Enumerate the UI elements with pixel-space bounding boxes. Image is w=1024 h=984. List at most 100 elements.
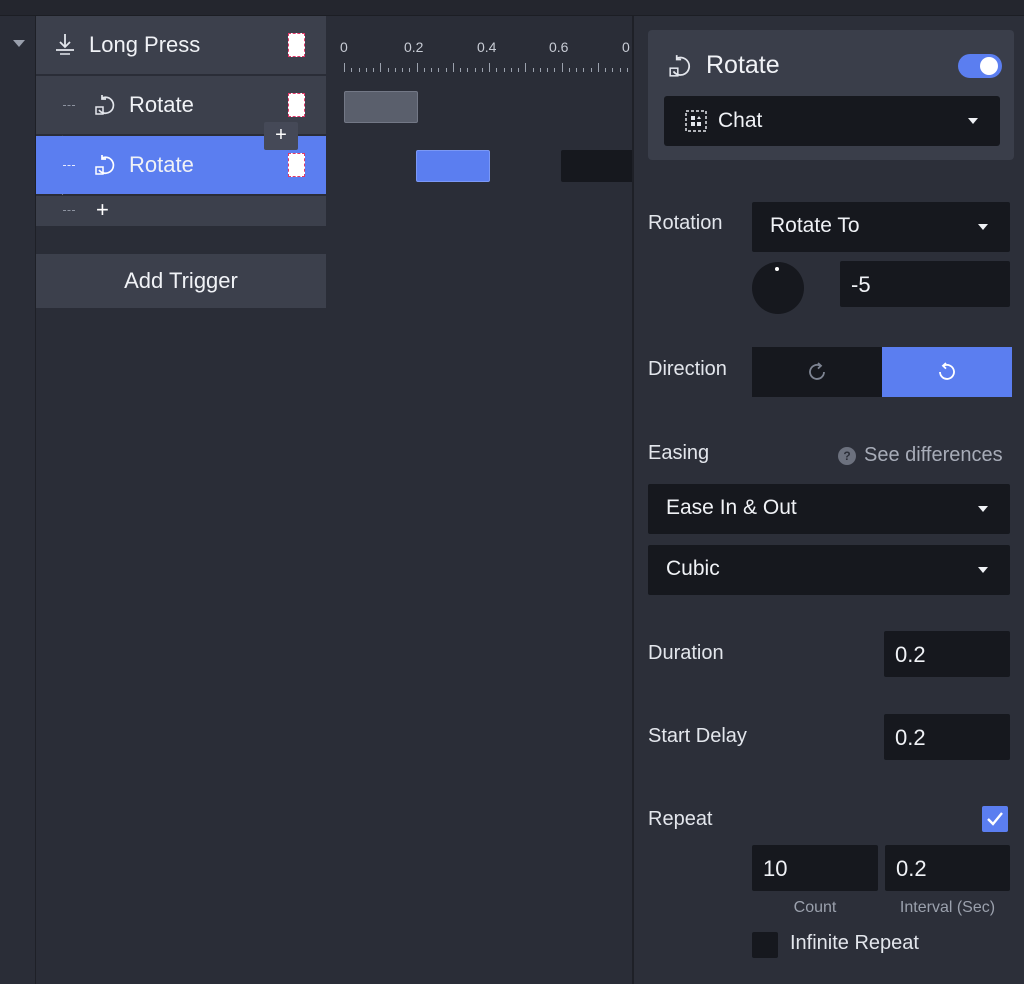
ruler-tick	[474, 68, 476, 72]
ruler-tick	[568, 68, 570, 72]
ruler-tick	[402, 68, 403, 72]
ruler-tick	[365, 68, 367, 72]
ruler-tick	[373, 68, 374, 72]
rotation-dial[interactable]	[752, 262, 804, 314]
chevron-down-icon	[968, 118, 978, 124]
rotate-icon	[95, 155, 115, 175]
ruler-tick	[489, 63, 490, 72]
easing-curve-dropdown[interactable]: Cubic	[648, 545, 1010, 595]
triggers-panel: Long Press Rotate + Rotate + Add Trigger	[36, 16, 326, 984]
duration-value: 0.2	[895, 642, 926, 667]
ruler-tick	[532, 68, 534, 72]
ruler-tick	[547, 68, 548, 72]
infinite-repeat-label: Infinite Repeat	[790, 932, 919, 954]
ruler-tick	[539, 68, 541, 72]
ruler-tick	[605, 68, 606, 72]
tick-label: 0.2	[404, 39, 424, 55]
collapse-chevron-icon[interactable]	[13, 40, 25, 47]
ruler-tick	[518, 68, 519, 72]
ruler-tick	[554, 68, 556, 72]
chevron-down-icon	[978, 506, 988, 512]
page-icon[interactable]	[288, 33, 305, 57]
inspector-panel: Rotate Chat Rotation Rotate To -5 Direct…	[632, 16, 1024, 984]
ruler-tick	[351, 68, 353, 72]
ruler-tick	[438, 68, 440, 72]
easing-curve-value: Cubic	[666, 557, 720, 580]
top-bar	[0, 0, 1024, 16]
repeat-count-input[interactable]: 10	[752, 845, 878, 891]
ruler-tick	[423, 68, 425, 72]
infinite-repeat-checkbox[interactable]	[752, 932, 778, 958]
left-gutter	[0, 16, 36, 984]
repeat-checkbox[interactable]	[982, 806, 1008, 832]
ruler-tick	[561, 63, 563, 72]
ruler-tick	[481, 68, 483, 72]
ruler-tick	[467, 68, 469, 72]
ruler-tick	[358, 68, 360, 72]
ruler-tick	[416, 63, 418, 72]
ruler-tick	[431, 68, 432, 72]
see-differences-link[interactable]: ? See differences	[838, 444, 1003, 467]
interval-label: Interval (Sec)	[899, 899, 996, 916]
ruler-tick	[619, 68, 621, 72]
rotation-label: Rotation	[648, 212, 723, 234]
timeline-panel: 0 0.2 0.4 0.6 0	[326, 16, 632, 984]
ruler-tick	[576, 68, 577, 72]
add-action-row[interactable]: +	[36, 196, 326, 226]
action-title: Rotate	[706, 51, 780, 79]
ruler-tick	[445, 68, 447, 72]
ruler-tick	[344, 63, 345, 72]
dial-indicator	[775, 267, 779, 271]
rotation-value: -5	[851, 272, 871, 297]
insert-action-button[interactable]: +	[264, 122, 298, 150]
ruler-tick	[583, 68, 585, 72]
action-header-card: Rotate Chat	[648, 30, 1014, 160]
page-icon[interactable]	[288, 153, 305, 177]
ruler-tick	[525, 63, 527, 72]
repeat-interval-input[interactable]: 0.2	[885, 845, 1010, 891]
rotation-value-input[interactable]: -5	[840, 261, 1010, 307]
tree-connector-branch	[63, 105, 75, 106]
animation-block-rotate-2[interactable]	[416, 150, 490, 182]
duration-label: Duration	[648, 642, 724, 664]
ruler-tick	[409, 68, 411, 72]
action-label: Rotate	[129, 92, 194, 117]
tick-label: 0	[340, 39, 348, 55]
animation-block-rotate-1[interactable]	[344, 91, 418, 123]
rotate-clockwise-icon	[809, 362, 825, 380]
target-layer-dropdown[interactable]: Chat	[664, 96, 1000, 146]
start-delay-input[interactable]: 0.2	[884, 714, 1010, 760]
easing-label: Easing	[648, 442, 710, 464]
count-label: Count	[793, 899, 837, 916]
repeat-block[interactable]	[561, 150, 632, 182]
repeat-interval-value: 0.2	[896, 856, 927, 881]
ruler-tick	[503, 68, 505, 72]
long-press-icon	[56, 34, 74, 55]
direction-counterclockwise-option[interactable]	[882, 347, 1012, 397]
page-icon[interactable]	[288, 93, 305, 117]
action-enabled-toggle[interactable]	[958, 54, 1002, 78]
ruler-tick	[612, 68, 614, 72]
chevron-down-icon	[978, 567, 988, 573]
tick-label: 0	[622, 39, 630, 55]
tree-connector-branch	[63, 165, 75, 166]
ruler-tick	[510, 68, 512, 72]
trigger-row-long-press[interactable]: Long Press	[36, 16, 326, 74]
rotation-mode-dropdown[interactable]: Rotate To	[752, 202, 1010, 252]
add-action-plus-icon[interactable]: +	[96, 198, 109, 222]
layer-group-icon	[685, 110, 707, 132]
time-ruler: 0 0.2 0.4 0.6 0	[326, 16, 632, 74]
help-icon: ?	[838, 446, 856, 465]
add-trigger-button[interactable]: Add Trigger	[36, 254, 326, 308]
start-delay-value: 0.2	[895, 725, 926, 750]
rotate-counterclockwise-icon	[939, 362, 955, 380]
easing-type-value: Ease In & Out	[666, 496, 797, 519]
action-label: Rotate	[129, 152, 194, 177]
direction-clockwise-option[interactable]	[752, 347, 882, 397]
rotation-mode-value: Rotate To	[770, 214, 860, 237]
direction-label: Direction	[648, 358, 727, 380]
ruler-ticks	[344, 62, 632, 72]
easing-type-dropdown[interactable]: Ease In & Out	[648, 484, 1010, 534]
start-delay-label: Start Delay	[648, 725, 747, 747]
duration-input[interactable]: 0.2	[884, 631, 1010, 677]
